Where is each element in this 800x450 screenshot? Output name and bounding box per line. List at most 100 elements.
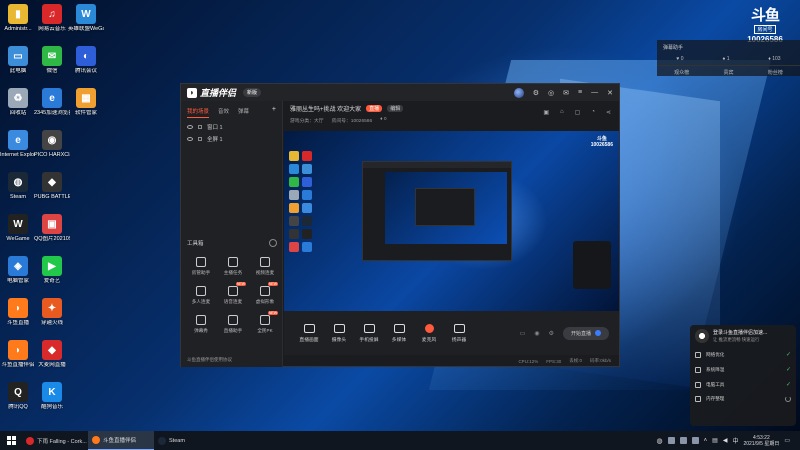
desktop-icon[interactable]: W WeGame: [0, 214, 36, 243]
desktop-icon[interactable]: ◈ 电脑管家: [0, 256, 36, 285]
microphone-button[interactable]: 麦克风: [414, 323, 444, 343]
skin-icon[interactable]: ◎: [548, 89, 554, 97]
toolbox-item[interactable]: 房管助手: [185, 257, 217, 276]
desktop-icon[interactable]: ◗ 斗鱼直播伴侣: [0, 340, 36, 369]
desktop-icon[interactable]: ♫ 网易云音乐: [34, 4, 70, 33]
tray-app-icon[interactable]: [667, 437, 675, 444]
desktop-icon[interactable]: ▭ 此电脑: [0, 46, 36, 75]
gear-icon[interactable]: ⚙: [549, 330, 554, 337]
record-icon[interactable]: ▭: [520, 330, 526, 337]
desktop-icon[interactable]: W 英雄联盟WeGame: [68, 4, 104, 33]
toolbox-item[interactable]: 视频连麦: [249, 257, 281, 276]
desktop-icon[interactable]: ◍ Steam: [0, 172, 36, 201]
desktop-icon[interactable]: ▶ 爱奇艺: [34, 256, 70, 285]
desktop-icon-label: 酷狗音乐: [40, 404, 63, 410]
tray-app-icon[interactable]: [691, 437, 699, 444]
desktop-icon[interactable]: ◗ 斗鱼直播: [0, 298, 36, 327]
desktop-icon[interactable]: K 酷狗音乐: [34, 382, 70, 411]
preview-nested-window: [362, 161, 512, 261]
desktop-icon[interactable]: ▦ 软件管家: [68, 88, 104, 117]
stat-likes-value: 0: [680, 56, 684, 62]
accelerator-popup[interactable]: 登录斗鱼直播伴侣加速... 让 推流更流畅 快速运行 网络优化 ✓ 系统降温 ✓ 电脑工…: [690, 325, 796, 426]
start-live-button[interactable]: 开始直播: [562, 326, 609, 340]
camera-button[interactable]: 摄像头: [324, 323, 354, 343]
settings-icon[interactable]: ⚙: [533, 89, 539, 97]
desktop-icon[interactable]: ♻ 回收站: [0, 88, 36, 117]
scene-item[interactable]: 全屏 1: [181, 133, 282, 145]
tray-app-icon[interactable]: [679, 437, 687, 444]
minimize-icon[interactable]: —: [591, 89, 598, 96]
desktop-icon[interactable]: ✉ 微信: [34, 46, 70, 75]
desktop-icon[interactable]: e 2345加速浏览器: [34, 88, 70, 117]
close-icon[interactable]: ✕: [607, 89, 613, 97]
add-scene-icon[interactable]: +: [272, 106, 276, 118]
tab-vip[interactable]: 贵宾: [723, 69, 733, 76]
app-shortcut-icon: ▦: [76, 88, 96, 108]
main-pane: 雅丽丛生吗+挑战 欢迎大家 直播 编辑 游戏分类：大厅 房间号：10026586…: [284, 101, 619, 367]
room-title[interactable]: 雅丽丛生吗+挑战 欢迎大家: [290, 104, 361, 113]
tab-audience[interactable]: 观众榜: [674, 69, 689, 76]
edit-button[interactable]: 编辑: [387, 105, 404, 112]
toolbox-item[interactable]: 多人连麦: [185, 286, 217, 305]
tab-scenes[interactable]: 我的场景: [187, 107, 210, 118]
stream-preview[interactable]: 斗鱼 10026586: [284, 131, 619, 311]
toolbox-settings-icon[interactable]: [269, 239, 277, 247]
link-icon[interactable]: ⌂: [560, 109, 564, 116]
taskbar-item[interactable]: 下雨 Falling - Cork...: [22, 431, 88, 450]
toolbox-item[interactable]: 全民PK: [249, 311, 281, 334]
desktop-icon[interactable]: ▣ QQ图片20210901...: [34, 214, 70, 243]
taskbar-item[interactable]: 斗鱼直播伴侣: [88, 431, 154, 450]
chevron-up-icon[interactable]: ˄: [704, 438, 708, 444]
lock-icon[interactable]: [198, 125, 202, 129]
steam-tray-icon[interactable]: ◍: [657, 437, 663, 445]
desktop-icon[interactable]: Q 腾讯QQ: [0, 382, 36, 411]
danmaku-sidepanel: 弹幕助手 ♥ 0 ● 1 ♦ 103 观众榜 贵宾 粉丝榜: [657, 40, 800, 76]
desktop-icon[interactable]: ◉ PICO HARXClass...: [34, 130, 70, 159]
status-bar: CPU:12% FPS:30 丢帧:0 码率:0kb/s: [284, 355, 619, 367]
agreement-link[interactable]: 斗鱼直播伴侣使用协议: [187, 357, 232, 363]
lock-icon[interactable]: [198, 137, 202, 141]
screenshot-icon[interactable]: ▢: [575, 109, 581, 116]
desktop-icon[interactable]: ◐ 腾讯会议: [68, 46, 104, 75]
desktop-icon[interactable]: ▮ Administr...: [0, 4, 36, 33]
tab-fans[interactable]: 粉丝榜: [768, 69, 783, 76]
ime-indicator[interactable]: 中: [732, 436, 738, 445]
share-icon[interactable]: ⋖: [606, 109, 611, 116]
taskbar-item[interactable]: Steam: [154, 431, 220, 450]
desktop-icon[interactable]: e Internet Explorer: [0, 130, 36, 159]
start-button[interactable]: [0, 431, 22, 450]
toolbox-item[interactable]: 主播任务: [217, 257, 249, 276]
toolbox-item[interactable]: 弹幕秀: [185, 315, 217, 334]
toolbox-item[interactable]: 直播助手: [217, 315, 249, 334]
toolbox-item[interactable]: 语音连麦: [217, 282, 249, 305]
scene-item[interactable]: 窗口 1: [181, 121, 282, 133]
toolbox-item[interactable]: 虚拟形象: [249, 282, 281, 305]
live-badge: 直播: [366, 105, 383, 112]
app-titlebar[interactable]: ◗ 直播伴侣 新版 ⚙ ◎ ✉ ≡ — ✕: [181, 84, 619, 101]
eye-icon[interactable]: ◉: [534, 330, 539, 337]
user-avatar[interactable]: [513, 87, 524, 98]
screen-capture-button[interactable]: 直播画面: [294, 323, 324, 343]
phone-cast-button[interactable]: 手机投屏: [354, 323, 384, 343]
app-window[interactable]: ◗ 直播伴侣 新版 ⚙ ◎ ✉ ≡ — ✕ 我的场景 音效 弹幕 + 窗口 1: [180, 83, 620, 367]
room-category[interactable]: 游戏分类：大厅: [290, 117, 324, 124]
tab-danmaku[interactable]: 弹幕: [238, 107, 249, 118]
media-button[interactable]: 多媒体: [384, 323, 414, 343]
network-icon[interactable]: ▤: [712, 437, 718, 444]
gift-icon[interactable]: ▣: [543, 109, 549, 116]
volume-icon[interactable]: ◀: [723, 437, 728, 444]
notification-icon[interactable]: ▭: [784, 437, 790, 444]
monitor-icon: [303, 323, 315, 333]
version-badge[interactable]: 新版: [243, 88, 262, 97]
speaker-button[interactable]: 扬声器: [444, 323, 474, 343]
message-icon[interactable]: ✉: [563, 89, 569, 97]
bell-icon[interactable]: ◔: [591, 109, 595, 116]
visibility-icon[interactable]: [187, 137, 193, 141]
visibility-icon[interactable]: [187, 125, 193, 129]
desktop-icon[interactable]: ◆ PUBG BATTLEGR...: [34, 172, 70, 201]
clock[interactable]: 4:53:22 2021/9/5 星期日: [743, 435, 779, 447]
desktop-icon[interactable]: ✦ 穿越火线: [34, 298, 70, 327]
menu-icon[interactable]: ≡: [578, 89, 582, 96]
tab-audio[interactable]: 音效: [218, 107, 229, 118]
desktop-icon[interactable]: ◆ 大麦网直播: [34, 340, 70, 369]
